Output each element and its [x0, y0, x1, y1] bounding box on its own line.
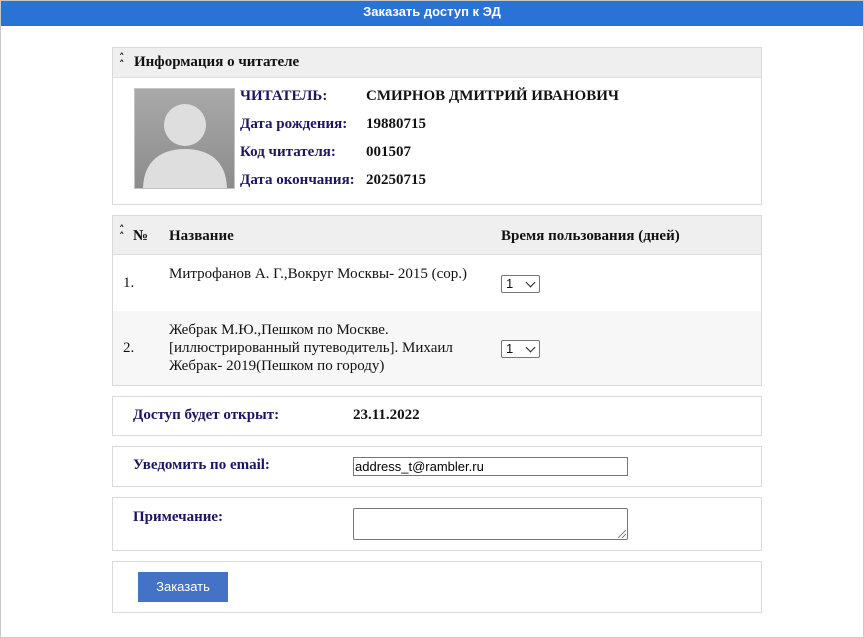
table-row: 2. Жебрак М.Ю.,Пешком по Москве. [иллюст…	[113, 311, 761, 385]
birth-date-value: 19880715	[366, 116, 426, 132]
end-date-label: Дата окончания:	[240, 172, 355, 188]
row-number: 1.	[123, 275, 135, 291]
days-select[interactable]: 1	[501, 275, 540, 293]
item-title: Жебрак М.Ю.,Пешком по Москве. [иллюстрир…	[169, 322, 453, 374]
note-label: Примечание:	[133, 509, 224, 525]
reader-info-panel: ˄ ˄ Информация о читателе ЧИТАТЕЛЬ: СМИРН…	[112, 47, 762, 205]
reader-code-value: 001507	[366, 144, 411, 160]
reader-info-title: Информация о читателе	[134, 54, 300, 70]
resize-grip-icon[interactable]	[618, 530, 626, 538]
note-panel: Примечание:	[112, 497, 762, 551]
access-date-panel: Доступ будет открыт: 23.11.2022	[112, 396, 762, 436]
email-field[interactable]: address_t@rambler.ru	[353, 457, 628, 476]
window-title: Заказать доступ к ЭД	[1, 1, 863, 26]
chevron-up-icon[interactable]: ˄ ˄	[119, 52, 129, 70]
chevron-down-icon	[525, 277, 536, 288]
table-row: 1. Митрофанов А. Г.,Вокруг Москвы- 2015 …	[113, 255, 761, 311]
birth-date-label: Дата рождения:	[240, 116, 348, 132]
row-number: 2.	[123, 340, 135, 356]
items-table-header: ˄ ˄ № Название Время пользования (дней)	[113, 216, 761, 255]
note-textarea[interactable]	[353, 508, 628, 540]
access-date-value: 23.11.2022	[353, 407, 420, 423]
reader-name: СМИРНОВ ДМИТРИЙ ИВАНОВИЧ	[366, 88, 619, 104]
days-select[interactable]: 1	[501, 340, 540, 358]
reader-code-label: Код читателя:	[240, 144, 336, 160]
days-select-value: 1	[506, 341, 514, 356]
reader-label: ЧИТАТЕЛЬ:	[240, 88, 328, 104]
end-date-value: 20250715	[366, 172, 426, 188]
chevron-up-icon[interactable]: ˄ ˄	[119, 224, 129, 242]
submit-panel: Заказать	[112, 561, 762, 613]
items-table: ˄ ˄ № Название Время пользования (дней) 1…	[112, 215, 762, 386]
reader-info-header[interactable]: ˄ ˄ Информация о читателе	[113, 48, 761, 78]
days-select-value: 1	[506, 276, 514, 291]
column-header-days: Время пользования (дней)	[501, 228, 680, 244]
item-title: Митрофанов А. Г.,Вокруг Москвы- 2015 (со…	[169, 266, 467, 282]
column-header-title: Название	[169, 228, 234, 244]
order-button[interactable]: Заказать	[138, 572, 228, 602]
email-label: Уведомить по email:	[133, 457, 270, 473]
user-placeholder-icon	[134, 88, 235, 189]
column-header-number: №	[133, 228, 149, 244]
access-date-label: Доступ будет открыт:	[133, 407, 280, 423]
email-panel: Уведомить по email: address_t@rambler.ru	[112, 446, 762, 487]
chevron-down-icon	[525, 342, 536, 353]
